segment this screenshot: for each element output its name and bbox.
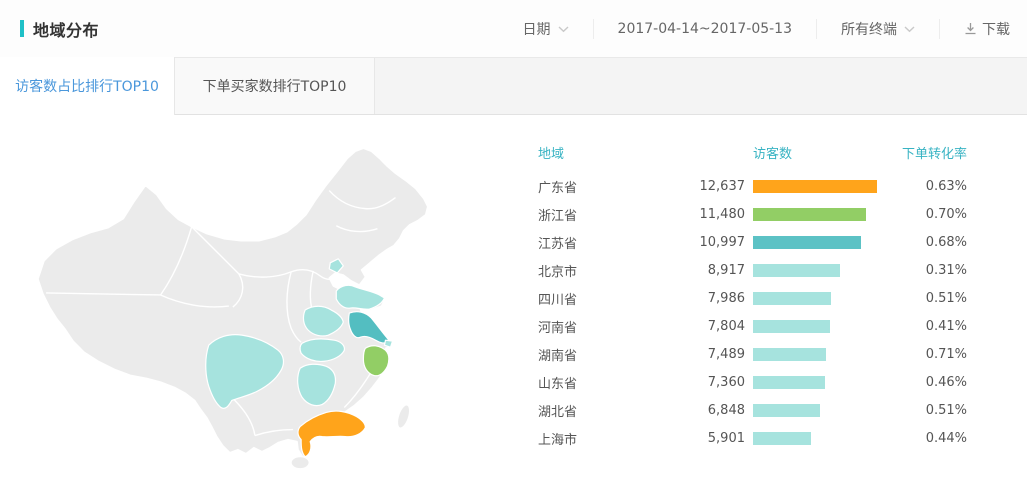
visitor-bar bbox=[753, 376, 825, 389]
map-region-taiwan bbox=[395, 403, 412, 429]
conversion-rate: 0.63% bbox=[895, 179, 967, 194]
table-row: 江苏省 10,997 0.68% bbox=[538, 228, 967, 256]
visitor-count: 7,489 bbox=[626, 347, 745, 362]
date-dropdown-label: 日期 bbox=[523, 19, 551, 39]
conversion-rate: 0.68% bbox=[895, 235, 967, 250]
conversion-rate: 0.70% bbox=[895, 207, 967, 222]
table-row: 广东省 12,637 0.63% bbox=[538, 172, 967, 200]
download-button[interactable]: 下载 bbox=[964, 19, 1010, 39]
visitor-bar bbox=[753, 180, 877, 193]
table-row: 山东省 7,360 0.46% bbox=[538, 368, 967, 396]
table-row: 上海市 5,901 0.44% bbox=[538, 424, 967, 452]
conversion-rate: 0.31% bbox=[895, 263, 967, 278]
visitor-bar bbox=[753, 292, 831, 305]
visitor-bar-track bbox=[745, 404, 895, 417]
column-header-visitors: 访客数 bbox=[745, 143, 895, 162]
download-icon bbox=[964, 22, 977, 35]
visitor-count: 11,480 bbox=[626, 207, 745, 222]
region-name: 江苏省 bbox=[538, 233, 626, 252]
download-label: 下载 bbox=[982, 19, 1010, 39]
visitor-bar bbox=[753, 264, 840, 277]
table-row: 湖北省 6,848 0.51% bbox=[538, 396, 967, 424]
table-row: 四川省 7,986 0.51% bbox=[538, 284, 967, 312]
region-name: 上海市 bbox=[538, 429, 626, 448]
divider bbox=[816, 19, 817, 39]
visitor-bar-track bbox=[745, 376, 895, 389]
date-dropdown[interactable]: 日期 bbox=[523, 19, 569, 39]
title-wrap: 地域分布 bbox=[20, 17, 99, 41]
chevron-down-icon bbox=[904, 26, 915, 33]
visitor-count: 6,848 bbox=[626, 403, 745, 418]
visitor-bar bbox=[753, 208, 866, 221]
map-region-zhejiang[interactable] bbox=[363, 346, 388, 376]
visitor-bar bbox=[753, 432, 811, 445]
divider bbox=[939, 19, 940, 39]
conversion-rate: 0.71% bbox=[895, 347, 967, 362]
region-name: 北京市 bbox=[538, 261, 626, 280]
conversion-rate: 0.44% bbox=[895, 431, 967, 446]
column-header-conversion: 下单转化率 bbox=[895, 143, 967, 162]
visitor-bar-track bbox=[745, 432, 895, 445]
visitor-bar-track bbox=[745, 208, 895, 221]
visitor-bar bbox=[753, 236, 861, 249]
visitor-count: 7,360 bbox=[626, 375, 745, 390]
table-row: 浙江省 11,480 0.70% bbox=[538, 200, 967, 228]
conversion-rate: 0.51% bbox=[895, 291, 967, 306]
map-region-shandong[interactable] bbox=[336, 285, 384, 309]
table-row: 湖南省 7,489 0.71% bbox=[538, 340, 967, 368]
table-row: 北京市 8,917 0.31% bbox=[538, 256, 967, 284]
map-region-shanghai[interactable] bbox=[384, 340, 392, 347]
visitor-count: 7,986 bbox=[626, 291, 745, 306]
table-body: 广东省 12,637 0.63% 浙江省 11,480 0.70% 江苏省 10… bbox=[538, 172, 967, 452]
visitor-count: 8,917 bbox=[626, 263, 745, 278]
column-header-region: 地域 bbox=[538, 143, 626, 162]
map-region-hainan bbox=[291, 457, 309, 469]
tab-buyer-ranking[interactable]: 下单买家数排行TOP10 bbox=[175, 58, 375, 114]
visitor-bar-track bbox=[745, 320, 895, 333]
china-map bbox=[28, 128, 510, 470]
page-title: 地域分布 bbox=[33, 17, 99, 41]
visitor-count: 7,804 bbox=[626, 319, 745, 334]
region-name: 四川省 bbox=[538, 289, 626, 308]
tab-bar: 访客数占比排行TOP10 下单买家数排行TOP10 bbox=[0, 57, 1027, 115]
visitor-count: 10,997 bbox=[626, 235, 745, 250]
chevron-down-icon bbox=[558, 26, 569, 33]
region-name: 广东省 bbox=[538, 177, 626, 196]
rank-table: 地域 访客数 下单转化率 广东省 12,637 0.63% 浙江省 11,480… bbox=[538, 140, 967, 452]
visitor-count: 5,901 bbox=[626, 431, 745, 446]
regional-distribution-panel: 地域分布 日期 2017-04-14~2017-05-13 所有终端 下载 bbox=[0, 0, 1027, 483]
date-range-value: 2017-04-14~2017-05-13 bbox=[618, 21, 792, 37]
table-row: 河南省 7,804 0.41% bbox=[538, 312, 967, 340]
visitor-bar-track bbox=[745, 264, 895, 277]
region-name: 浙江省 bbox=[538, 205, 626, 224]
conversion-rate: 0.51% bbox=[895, 403, 967, 418]
visitor-count: 12,637 bbox=[626, 179, 745, 194]
date-range[interactable]: 2017-04-14~2017-05-13 bbox=[618, 21, 792, 37]
visitor-bar-track bbox=[745, 348, 895, 361]
divider bbox=[593, 19, 594, 39]
table-header: 地域 访客数 下单转化率 bbox=[538, 140, 967, 164]
terminal-dropdown[interactable]: 所有终端 bbox=[841, 19, 915, 39]
panel-header: 地域分布 日期 2017-04-14~2017-05-13 所有终端 下载 bbox=[0, 0, 1027, 57]
header-controls: 日期 2017-04-14~2017-05-13 所有终端 下载 bbox=[523, 19, 1010, 39]
title-accent-bar bbox=[20, 20, 24, 37]
conversion-rate: 0.46% bbox=[895, 375, 967, 390]
region-name: 河南省 bbox=[538, 317, 626, 336]
tab-visitor-ranking[interactable]: 访客数占比排行TOP10 bbox=[0, 57, 175, 115]
visitor-bar-track bbox=[745, 292, 895, 305]
region-name: 湖南省 bbox=[538, 345, 626, 364]
visitor-bar-track bbox=[745, 236, 895, 249]
visitor-bar bbox=[753, 404, 820, 417]
region-name: 山东省 bbox=[538, 373, 626, 392]
visitor-bar-track bbox=[745, 180, 895, 193]
terminal-dropdown-label: 所有终端 bbox=[841, 19, 897, 39]
visitor-bar bbox=[753, 348, 826, 361]
conversion-rate: 0.41% bbox=[895, 319, 967, 334]
visitor-bar bbox=[753, 320, 830, 333]
region-name: 湖北省 bbox=[538, 401, 626, 420]
